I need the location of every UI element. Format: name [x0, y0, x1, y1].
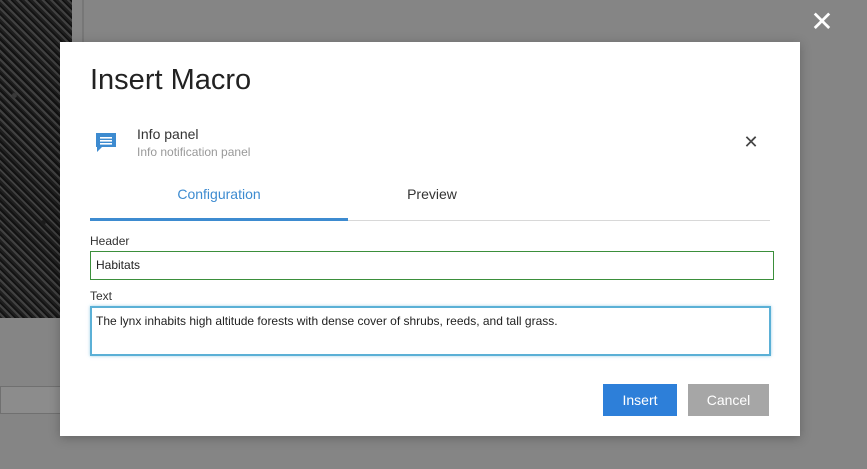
header-input[interactable]: Habitats — [90, 251, 774, 280]
text-field-label: Text — [90, 289, 113, 303]
tab-preview[interactable]: Preview — [348, 182, 516, 218]
close-icon[interactable]: ✕ — [808, 8, 836, 36]
cancel-button[interactable]: Cancel — [688, 384, 769, 416]
insert-button[interactable]: Insert — [603, 384, 677, 416]
insert-macro-dialog: Insert Macro Info panel Info notificatio… — [60, 42, 800, 436]
tab-bar: Configuration Preview — [90, 182, 770, 221]
selected-macro: Info panel Info notification panel ✕ — [90, 124, 770, 164]
macro-name: Info panel — [137, 126, 199, 142]
header-field-label: Header — [90, 234, 130, 248]
remove-macro-icon[interactable]: ✕ — [742, 134, 760, 152]
text-textarea[interactable]: The lynx inhabits high altitude forests … — [90, 306, 771, 356]
tab-configuration[interactable]: Configuration — [90, 182, 348, 221]
message-icon — [94, 130, 118, 154]
dialog-title: Insert Macro — [90, 64, 252, 96]
macro-description: Info notification panel — [137, 145, 251, 159]
